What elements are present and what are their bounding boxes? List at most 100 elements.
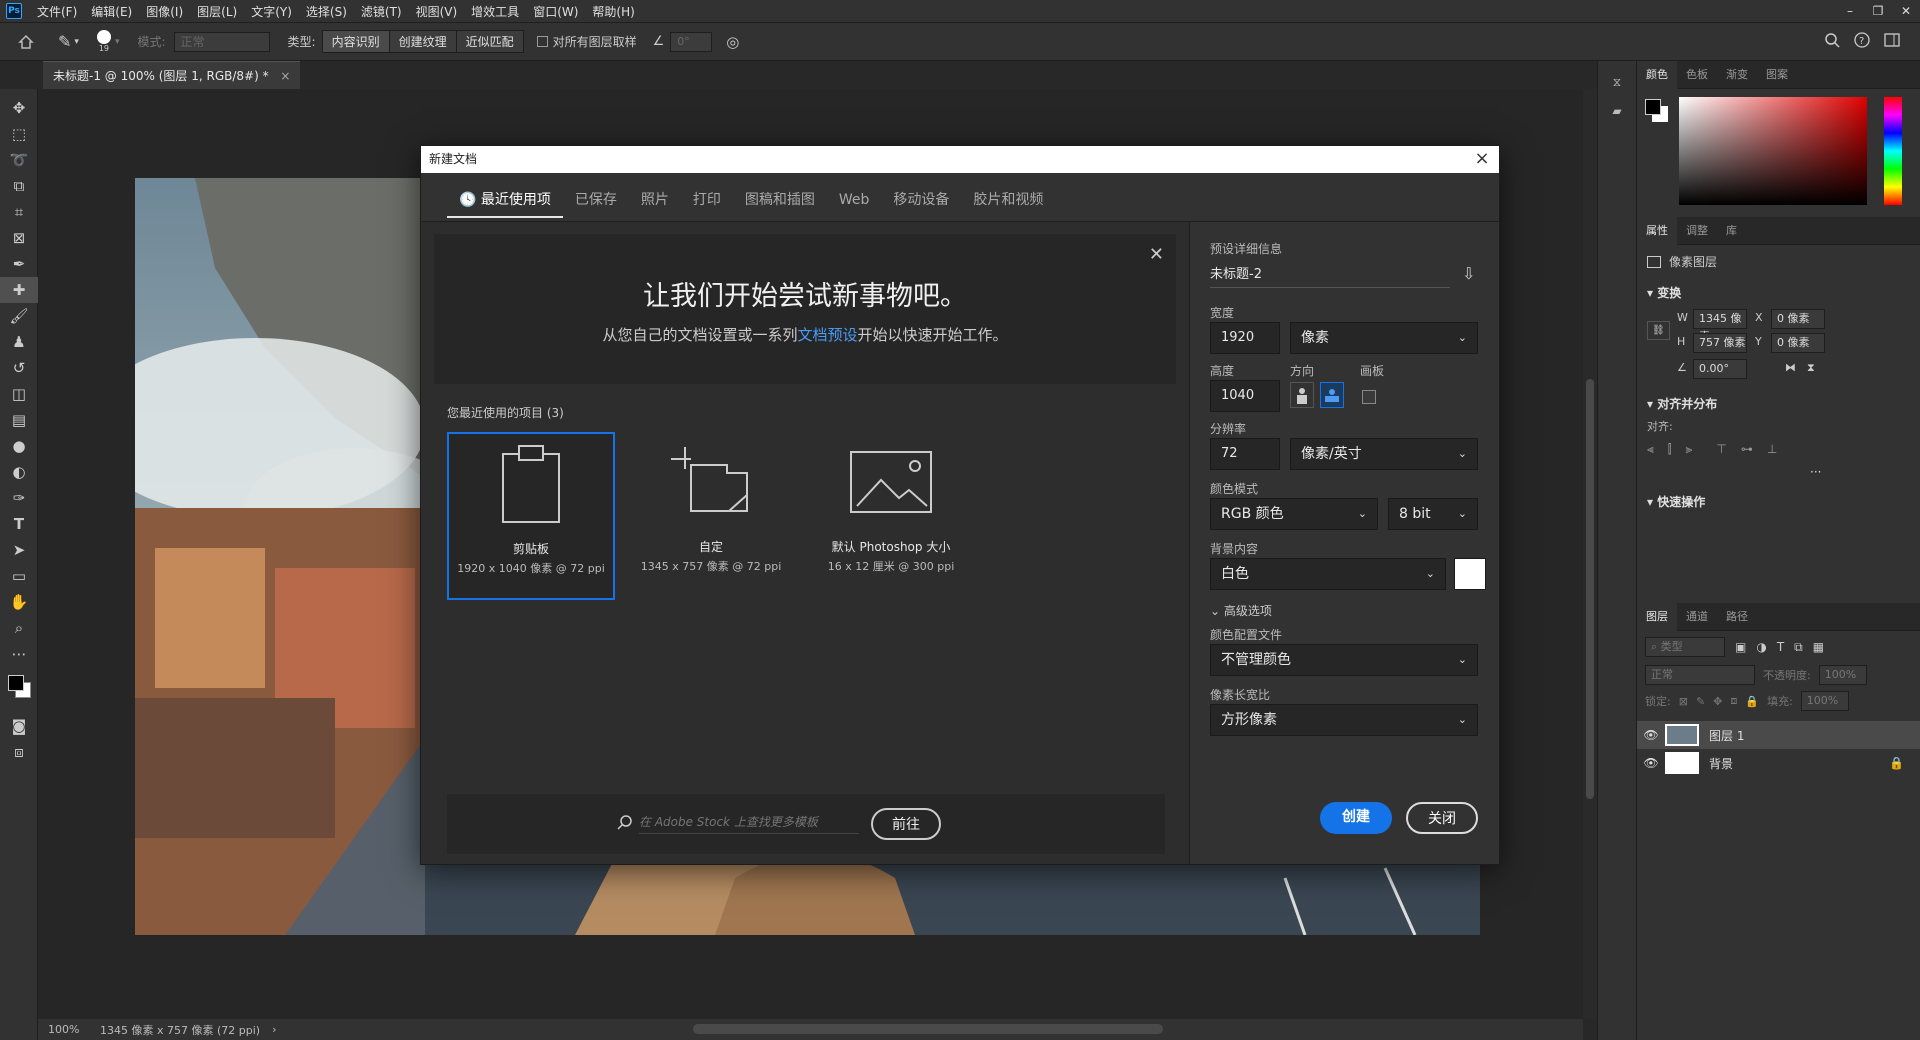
tab-print[interactable]: 打印 xyxy=(681,182,733,218)
recent-item-custom[interactable]: 自定 1345 x 757 像素 @ 72 ppi xyxy=(627,432,795,600)
pixel-aspect-select[interactable]: 方形像素 ⌄ xyxy=(1210,704,1478,736)
hand-tool-icon[interactable]: ✋ xyxy=(0,589,38,615)
tab-libraries[interactable]: 库 xyxy=(1717,217,1746,245)
menu-window[interactable]: 窗口(W) xyxy=(526,3,585,20)
close-button[interactable]: 关闭 xyxy=(1406,802,1478,834)
color-profile-select[interactable]: 不管理颜色 ⌄ xyxy=(1210,644,1478,676)
background-color-swatch[interactable] xyxy=(1454,558,1486,590)
pen-tool-icon[interactable]: ✑ xyxy=(0,485,38,511)
layer-filter-field[interactable]: ⌕ 类型 xyxy=(1645,637,1725,657)
flip-vertical-icon[interactable]: ⧗ xyxy=(1807,361,1815,375)
blend-mode-select[interactable]: 正常 xyxy=(1645,665,1755,685)
resolution-input[interactable]: 72 xyxy=(1210,438,1280,470)
history-icon[interactable]: ⧖ xyxy=(1609,75,1625,90)
layer-name[interactable]: 图层 1 xyxy=(1709,727,1744,744)
width-input[interactable]: 1920 xyxy=(1210,322,1280,354)
tab-saved[interactable]: 已保存 xyxy=(563,182,629,218)
save-preset-icon[interactable]: ⇩ xyxy=(1462,264,1475,283)
history-brush-tool-icon[interactable]: ↺ xyxy=(0,355,38,381)
eraser-tool-icon[interactable]: ◫ xyxy=(0,381,38,407)
recent-item-default-photoshop[interactable]: 默认 Photoshop 大小 16 x 12 厘米 @ 300 ppi xyxy=(807,432,975,600)
align-top-icon[interactable]: ⊤ xyxy=(1716,442,1726,457)
menu-file[interactable]: 文件(F) xyxy=(30,3,84,20)
tab-photo[interactable]: 照片 xyxy=(629,182,681,218)
path-select-tool-icon[interactable]: ➤ xyxy=(0,537,38,563)
proximity-match-button[interactable]: 近似匹配 xyxy=(455,30,524,53)
home-icon[interactable] xyxy=(18,34,34,50)
filter-pixel-icon[interactable]: ▣ xyxy=(1735,640,1746,654)
search-icon[interactable] xyxy=(1824,32,1840,51)
tab-properties[interactable]: 属性 xyxy=(1637,216,1677,245)
width-field[interactable]: 1345 像素 xyxy=(1693,309,1747,343)
menu-filter[interactable]: 滤镜(T) xyxy=(354,3,409,20)
width-unit-select[interactable]: 像素 ⌄ xyxy=(1290,322,1478,354)
tab-mobile[interactable]: 移动设备 xyxy=(881,182,961,218)
filter-shape-icon[interactable]: ⧉ xyxy=(1794,640,1803,655)
align-left-icon[interactable]: ⫷ xyxy=(1647,442,1654,457)
color-mode-select[interactable]: RGB 颜色 ⌄ xyxy=(1210,498,1378,530)
gradient-tool-icon[interactable]: ▤ xyxy=(0,407,38,433)
resolution-unit-select[interactable]: 像素/英寸 ⌄ xyxy=(1290,438,1478,470)
stock-search-input[interactable] xyxy=(639,810,859,834)
dialog-close-icon[interactable]: × xyxy=(1471,146,1493,173)
background-select[interactable]: 白色 ⌄ xyxy=(1210,558,1446,590)
brush-size-picker[interactable]: 19 xyxy=(96,30,111,53)
height-field[interactable]: 757 像素 xyxy=(1693,333,1747,353)
zoom-tool-icon[interactable]: ⌕ xyxy=(0,615,38,641)
tab-recent[interactable]: 🕓 最近使用项 xyxy=(447,182,563,218)
zoom-level[interactable]: 100% xyxy=(48,1023,88,1036)
lock-pixels-icon[interactable]: ✎ xyxy=(1696,695,1705,708)
rotation-field[interactable]: 0.00° xyxy=(1693,359,1747,379)
filter-adjust-icon[interactable]: ◑ xyxy=(1756,640,1766,654)
banner-close-icon[interactable]: ✕ xyxy=(1149,244,1164,265)
color-field[interactable] xyxy=(1679,97,1867,205)
frame-tool-icon[interactable]: ⊠ xyxy=(0,225,38,251)
document-presets-link[interactable]: 文档预设 xyxy=(797,326,857,344)
recent-item-clipboard[interactable]: 剪贴板 1920 x 1040 像素 @ 72 ppi xyxy=(447,432,615,600)
chevron-down-icon[interactable]: ▾ xyxy=(115,37,120,47)
rectangle-tool-icon[interactable]: ▭ xyxy=(0,563,38,589)
menu-view[interactable]: 视图(V) xyxy=(409,3,465,20)
minimize-icon[interactable]: – xyxy=(1836,0,1864,23)
layer-row[interactable]: 👁 背景 🔒 xyxy=(1637,749,1920,777)
object-select-tool-icon[interactable]: ⧉ xyxy=(0,173,38,199)
align-center-icon[interactable]: ⫿ xyxy=(1668,442,1672,457)
scrollbar-thumb[interactable] xyxy=(1586,379,1594,799)
screen-mode-icon[interactable]: ⧈ xyxy=(0,739,38,765)
portrait-orientation-icon[interactable] xyxy=(1290,382,1314,408)
content-aware-button[interactable]: 内容识别 xyxy=(321,30,390,53)
flip-horizontal-icon[interactable]: ⧓ xyxy=(1785,361,1796,374)
align-bottom-icon[interactable]: ⊥ xyxy=(1767,442,1777,457)
document-tab[interactable]: 未标题-1 @ 100% (图层 1, RGB/8#) * × xyxy=(43,61,301,89)
more-tools-icon[interactable]: ⋯ xyxy=(0,641,38,667)
tab-color[interactable]: 颜色 xyxy=(1637,60,1677,89)
angle-field[interactable]: 0° xyxy=(670,31,713,52)
landscape-orientation-icon[interactable] xyxy=(1320,382,1344,408)
color-swatches[interactable] xyxy=(0,667,37,713)
comments-icon[interactable]: ▰ xyxy=(1609,104,1625,118)
dodge-tool-icon[interactable]: ◐ xyxy=(0,459,38,485)
menu-help[interactable]: 帮助(H) xyxy=(585,3,641,20)
menu-select[interactable]: 选择(S) xyxy=(299,3,354,20)
create-texture-button[interactable]: 创建纹理 xyxy=(388,30,457,53)
restore-icon[interactable]: ❐ xyxy=(1864,0,1892,23)
mode-select[interactable]: 正常 xyxy=(173,31,270,52)
lock-position-icon[interactable]: ✥ xyxy=(1713,695,1722,708)
create-button[interactable]: 创建 xyxy=(1320,802,1392,834)
lock-all-icon[interactable]: 🔒 xyxy=(1745,695,1759,708)
move-tool-icon[interactable]: ✥ xyxy=(0,95,38,121)
hue-slider[interactable] xyxy=(1884,97,1902,205)
align-right-icon[interactable]: ⫸ xyxy=(1686,442,1693,457)
preset-name-field[interactable]: 未标题-2 xyxy=(1210,262,1450,288)
quick-mask-icon[interactable]: ◙ xyxy=(0,713,38,739)
type-tool-icon[interactable]: T xyxy=(0,511,38,537)
align-middle-icon[interactable]: ⊶ xyxy=(1741,442,1753,457)
tab-paths[interactable]: 路径 xyxy=(1717,603,1757,631)
opacity-field[interactable]: 100% xyxy=(1818,665,1867,685)
sample-all-checkbox[interactable] xyxy=(536,36,548,47)
lasso-tool-icon[interactable]: ➰ xyxy=(0,147,38,173)
align-heading[interactable]: ▾ 对齐并分布 xyxy=(1637,389,1920,418)
bit-depth-select[interactable]: 8 bit ⌄ xyxy=(1388,498,1478,530)
tab-layers[interactable]: 图层 xyxy=(1637,602,1677,631)
close-tab-icon[interactable]: × xyxy=(280,69,290,83)
